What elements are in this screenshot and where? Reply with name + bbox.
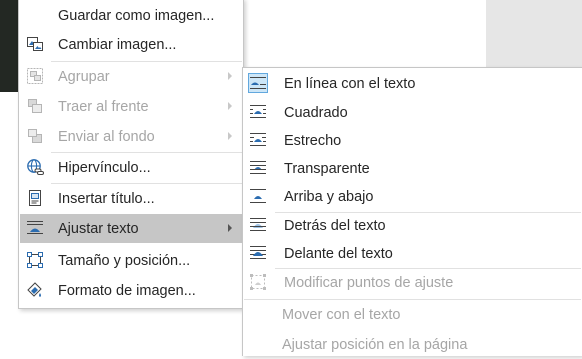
in-front-of-text-icon [249,244,267,262]
wrap-text-icon [26,219,44,237]
document-margin-area [486,0,582,68]
save-picture-icon [26,6,44,24]
inline-with-text-icon [248,73,268,93]
menu-item-label: Enviar al fondo [58,128,155,145]
submenu-item-inline-with-text[interactable]: En línea con el texto [244,69,581,98]
submenu-item-edit-wrap-points[interactable]: Modificar puntos de ajuste [244,268,581,297]
menu-item-group[interactable]: Agrupar [20,62,242,91]
menu-item-send-to-back[interactable]: Enviar al fondo [20,122,242,151]
submenu-item-label: Arriba y abajo [284,188,374,205]
menu-item-label: Traer al frente [58,98,149,115]
format-picture-icon [26,281,44,299]
submenu-item-behind-text[interactable]: Detrás del texto [244,211,581,240]
submenu-item-in-front-of-text[interactable]: Delante del texto [244,239,581,268]
menu-item-label: Hipervínculo... [58,159,151,176]
submenu-arrow-icon [228,102,232,110]
top-bottom-wrap-icon [249,187,267,205]
submenu-arrow-icon [228,132,232,140]
submenu-item-through[interactable]: Transparente [244,154,581,183]
menu-item-label: Cambiar imagen... [58,36,177,53]
submenu-item-label: Cuadrado [284,104,348,121]
menu-item-label: Guardar como imagen... [58,7,215,24]
menu-item-save-as-picture[interactable]: Guardar como imagen... [20,1,242,30]
submenu-item-label: Detrás del texto [284,217,386,234]
submenu-item-move-with-text[interactable]: Mover con el texto [244,300,581,329]
submenu-item-tight[interactable]: Estrecho [244,126,581,155]
submenu-item-label: Transparente [284,160,370,177]
tight-wrap-icon [249,131,267,149]
size-position-icon [26,251,44,269]
menu-item-label: Insertar título... [58,190,155,207]
square-wrap-icon [249,103,267,121]
menu-item-label: Formato de imagen... [58,282,196,299]
submenu-item-label: Mover con el texto [282,306,401,323]
submenu-arrow-icon [228,224,232,232]
send-to-back-icon [26,127,44,145]
through-wrap-icon [249,159,267,177]
menu-item-label: Agrupar [58,68,110,85]
edit-wrap-points-icon [249,273,267,291]
submenu-item-top-bottom[interactable]: Arriba y abajo [244,182,581,211]
change-picture-icon [26,35,44,53]
submenu-item-label: Delante del texto [284,245,393,262]
context-menu: Guardar como imagen... Cambiar imagen...… [18,0,244,309]
menu-item-label: Ajustar texto [58,220,139,237]
submenu-item-square[interactable]: Cuadrado [244,98,581,127]
menu-item-insert-caption[interactable]: Insertar título... [20,184,242,213]
hyperlink-icon [26,158,44,176]
bring-to-front-icon [26,97,44,115]
submenu-item-fix-position-on-page[interactable]: Ajustar posición en la página [244,330,581,359]
group-icon [26,67,44,85]
menu-item-size-position[interactable]: Tamaño y posición... [20,246,242,275]
menu-item-format-picture[interactable]: Formato de imagen... [20,276,242,305]
submenu-item-label: En línea con el texto [284,75,416,92]
submenu-item-label: Estrecho [284,132,342,149]
submenu-item-label: Ajustar posición en la página [282,336,468,353]
submenu-item-label: Modificar puntos de ajuste [284,274,454,291]
submenu-arrow-icon [228,72,232,80]
menu-item-hyperlink[interactable]: Hipervínculo... [20,153,242,182]
behind-text-icon [249,216,267,234]
menu-item-change-picture[interactable]: Cambiar imagen... [20,30,242,59]
menu-item-bring-to-front[interactable]: Traer al frente [20,92,242,121]
menu-item-label: Tamaño y posición... [58,252,191,269]
menu-item-wrap-text[interactable]: Ajustar texto [20,214,242,243]
insert-caption-icon [26,189,44,207]
wrap-text-submenu: En línea con el texto Cuadrado Estrecho … [242,67,582,356]
